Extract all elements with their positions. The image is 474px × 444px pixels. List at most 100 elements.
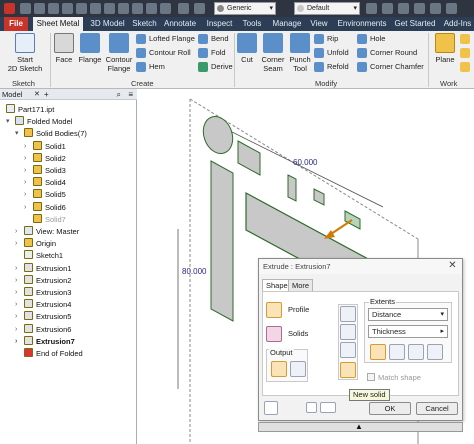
flange-button[interactable]: Flange [78,33,102,77]
hole-button[interactable]: Hole [357,33,385,45]
tree-item[interactable]: › Extrusion2 [15,274,71,287]
hem-button[interactable]: Hem [136,61,165,73]
select-icon[interactable] [104,3,115,14]
collapse-icon[interactable]: ▾ [6,116,10,128]
tall-sheet-body[interactable] [210,160,234,322]
intersect-icon[interactable] [340,342,356,358]
save-icon[interactable] [48,3,59,14]
expand-icon[interactable]: › [15,275,17,287]
plane-button[interactable]: Plane [432,33,458,77]
rip-button[interactable]: Rip [314,33,338,45]
expand-icon[interactable]: › [15,238,17,250]
tab-get-started[interactable]: Get Started [393,17,437,31]
distance-input[interactable]: Thickness ▸ [368,325,448,338]
tab-environments[interactable]: Environments [334,17,390,31]
contour-flange-button[interactable]: Contour Flange [104,33,134,77]
output-solid-icon[interactable] [271,361,287,377]
material-combo[interactable]: Generic ▾ [214,2,276,15]
contour-roll-button[interactable]: Contour Roll [136,47,191,59]
tab-sheet-metal[interactable]: Sheet Metal [33,17,83,31]
expand-icon[interactable]: › [15,263,17,275]
tab-view[interactable]: View [308,17,330,31]
help-icon[interactable] [264,401,278,415]
material-icon[interactable] [160,3,171,14]
tree-item[interactable]: › Solid4 [24,177,66,189]
tree-item[interactable]: ▾ Folded Model [6,116,72,128]
tab-manage[interactable]: Manage [269,17,305,31]
appearance-combo[interactable]: Default ▾ [294,2,360,15]
tree-item[interactable]: ▾ Solid Bodies(7) [15,128,87,140]
tree-item[interactable]: › Origin [15,238,56,250]
new-solid-icon[interactable] [340,362,356,378]
corner-seam-button[interactable]: Corner Seam [260,33,286,77]
search-icon[interactable]: ⌕ [117,89,121,100]
properties-icon[interactable] [146,3,157,14]
dimension-vertical[interactable]: 80.000 [182,267,206,276]
tree-item[interactable]: › Solid3 [24,165,66,177]
measure-icon[interactable] [132,3,143,14]
punch-tool-button[interactable]: Punch Tool [288,33,312,77]
face-button[interactable]: Face [54,33,74,77]
menu-icon[interactable]: ≡ [128,89,133,100]
home-icon[interactable] [90,3,101,14]
expand-icon[interactable]: › [24,189,26,201]
help-icon[interactable] [446,3,457,14]
tree-item[interactable]: › Extrusion4 [15,299,71,311]
start-2d-sketch-button[interactable]: Start 2D Sketch [4,33,46,77]
bend-button[interactable]: Bend [198,33,229,45]
cancel-button[interactable]: Cancel [416,402,458,415]
direction-asymmetric-icon[interactable] [427,344,443,360]
refold-button[interactable]: Refold [314,61,349,73]
redo-icon[interactable] [76,3,87,14]
tab-file[interactable]: File [4,17,28,31]
dialog-title[interactable]: Extrude : Extrusion7 [259,259,462,274]
cube-icon[interactable] [194,3,205,14]
refresh-icon[interactable] [430,3,441,14]
undo-icon[interactable] [62,3,73,14]
unfold-button[interactable]: Unfold [314,47,349,59]
corner-round-button[interactable]: Corner Round [357,47,417,59]
join-icon[interactable] [340,306,356,322]
ucs-button[interactable] [460,61,474,73]
new-icon[interactable] [20,3,31,14]
lofted-flange-button[interactable]: Lofted Flange [136,33,195,45]
close-icon[interactable]: ✕ [34,89,40,100]
tab-add-ins[interactable]: Add-Ins [441,17,474,31]
tree-item[interactable]: › Extrusion5 [15,311,71,323]
corner-chamfer-button[interactable]: Corner Chamfer [357,61,424,73]
tree-item[interactable]: End of Folded [24,348,83,360]
expand-icon[interactable]: › [24,141,26,153]
expand-icon[interactable]: › [15,311,17,323]
point-button[interactable] [460,47,474,59]
tab-3d-model[interactable]: 3D Model [85,17,130,31]
collapse-icon[interactable]: ▾ [15,128,19,140]
expand-icon[interactable]: › [15,287,17,299]
update-icon[interactable] [118,3,129,14]
cut-operation-icon[interactable] [340,324,356,340]
direction-flipped-icon[interactable] [389,344,405,360]
tree-item[interactable]: › Extrusion3 [15,287,71,299]
customize-icon[interactable] [398,3,409,14]
tree-item[interactable]: › Extrusion6 [15,323,71,336]
close-icon[interactable]: ✕ [446,260,459,273]
square-sheet-body[interactable] [237,140,261,176]
tree-item[interactable]: › Solid2 [24,152,66,165]
tab-more[interactable]: More [288,279,314,291]
extents-type-dropdown[interactable]: Distance ▾ [368,308,448,321]
round-sheet-body[interactable] [198,112,237,157]
app-icon[interactable] [4,3,15,14]
tree-item[interactable]: Part171.ipt [6,104,54,116]
small-sheet-body[interactable] [287,174,297,202]
cut-button[interactable]: Cut [237,33,257,77]
expand-icon[interactable]: › [15,324,17,336]
output-surface-icon[interactable] [290,361,306,377]
fold-button[interactable]: Fold [198,47,226,59]
match-shape-checkbox[interactable] [367,373,375,381]
expand-icon[interactable]: › [15,299,17,311]
glasses-icon[interactable] [320,402,336,413]
tree-item[interactable]: › Solid5 [24,189,66,201]
ok-button[interactable]: OK [369,402,411,415]
solids-selector-icon[interactable] [266,326,282,342]
tab-sketch[interactable]: Sketch [131,17,158,31]
profile-selector-icon[interactable] [266,302,282,318]
